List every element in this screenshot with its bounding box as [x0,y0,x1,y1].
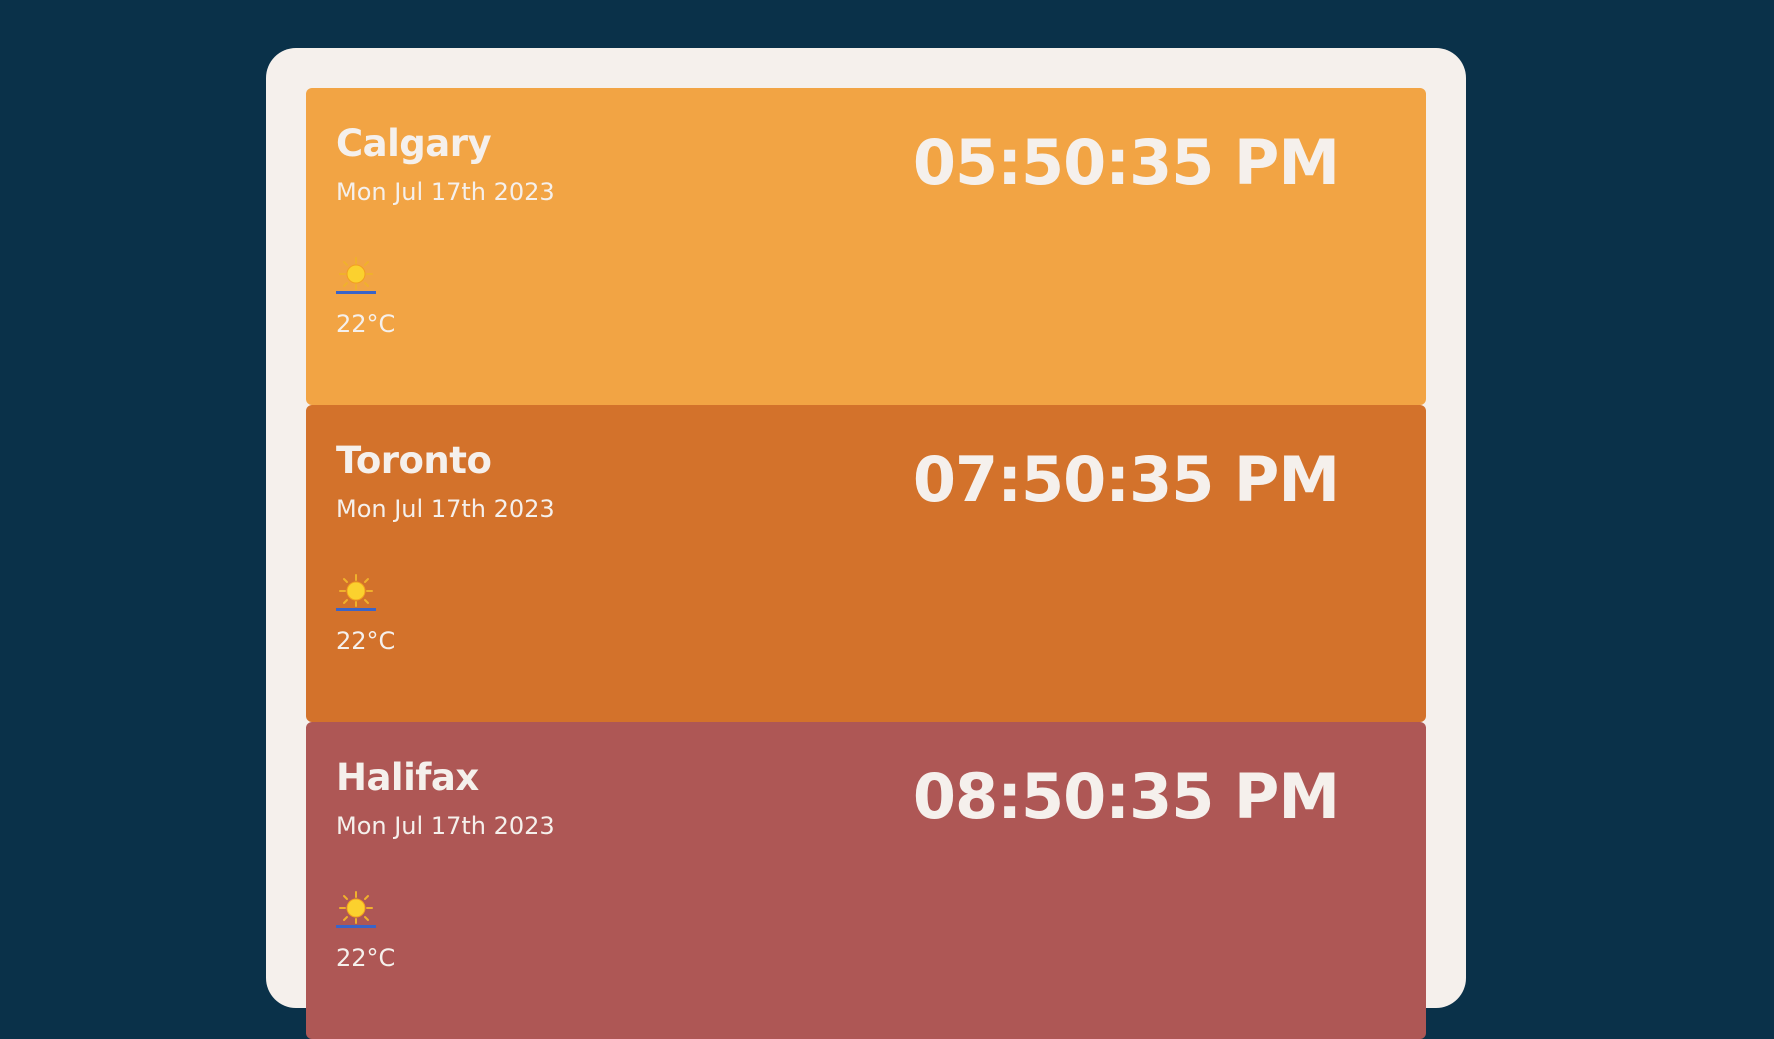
sun-icon [336,891,376,928]
clock-time: 08:50:35 PM [912,760,1340,833]
city-panel-calgary: Calgary Mon Jul 17th 2023 22°C 05:50:35 … [306,88,1426,405]
sun-icon [336,257,376,294]
city-panel-toronto: Toronto Mon Jul 17th 2023 22°C 07:50:35 … [306,405,1426,722]
temperature: 22°C [336,627,396,655]
city-panel-halifax: Halifax Mon Jul 17th 2023 22°C 08:50:35 … [306,722,1426,1039]
city-date: Mon Jul 17th 2023 [336,495,555,523]
city-name: Halifax [336,756,479,799]
sun-icon [336,574,376,611]
clock-time: 05:50:35 PM [912,126,1340,199]
city-name: Toronto [336,439,492,482]
city-date: Mon Jul 17th 2023 [336,812,555,840]
temperature: 22°C [336,310,396,338]
clock-time: 07:50:35 PM [912,443,1340,516]
temperature: 22°C [336,944,396,972]
city-name: Calgary [336,122,492,165]
city-date: Mon Jul 17th 2023 [336,178,555,206]
